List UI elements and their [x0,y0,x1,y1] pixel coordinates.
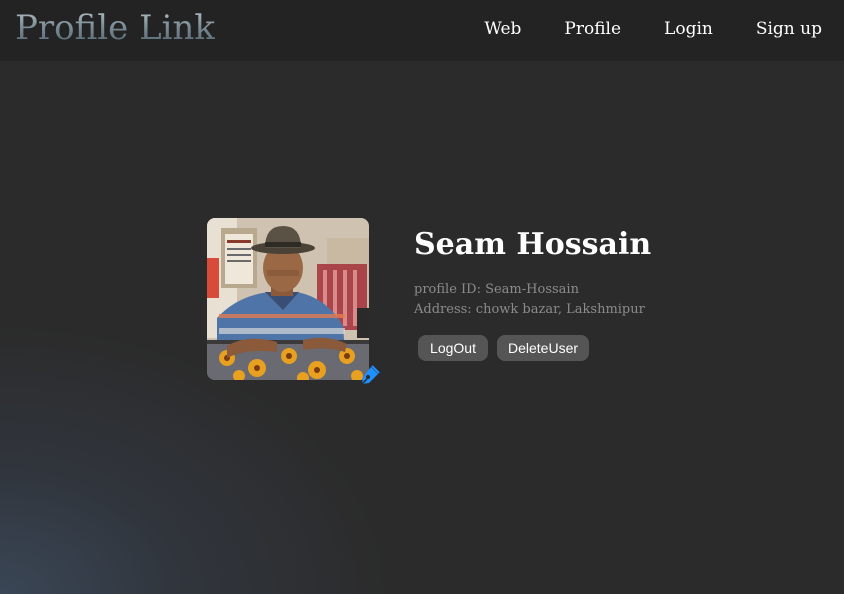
profile-id-text: profile ID: Seam-Hossain [414,282,579,297]
pen-nib-icon[interactable] [357,364,381,388]
logout-button[interactable]: LogOut [418,335,488,361]
profile-photo-container [207,218,380,385]
brand-logo[interactable]: Profile Link [15,8,215,48]
profile-name: Seam Hossain [414,227,652,262]
nav-item-sign-up[interactable]: Sign up [756,19,822,39]
nav-item-login[interactable]: Login [664,19,713,39]
navbar: Profile Link Web Profile Login Sign up [0,0,844,61]
nav-item-web[interactable]: Web [484,19,521,39]
nav-item-profile[interactable]: Profile [564,19,621,39]
profile-photo [207,218,369,380]
delete-user-button[interactable]: DeleteUser [497,335,589,361]
nav-menu: Web Profile Login Sign up [441,19,822,39]
address-text: Address: chowk bazar, Lakshmipur [414,302,645,317]
